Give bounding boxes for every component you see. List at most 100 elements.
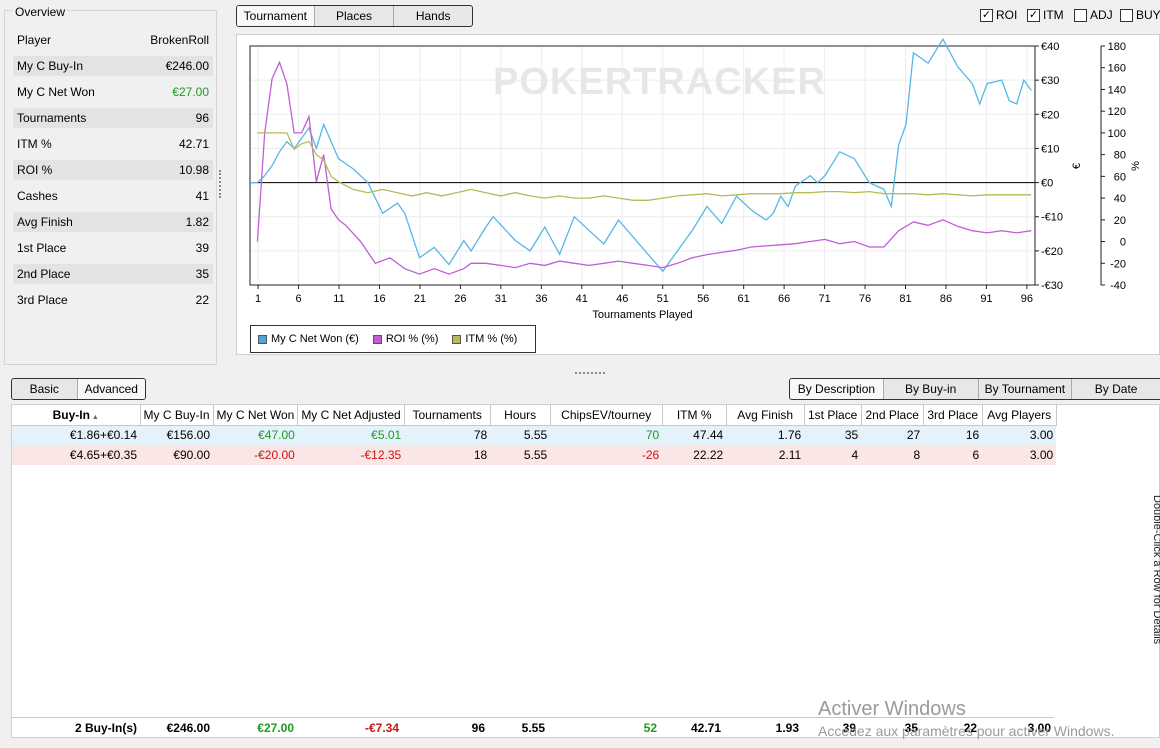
tab-tournament[interactable]: Tournament [237,6,315,26]
table-cell: 5.55 [490,425,551,445]
table-cell: -€20.00 [213,445,298,465]
column-header[interactable]: Tournaments [404,405,491,426]
table-cell: €5.01 [297,425,405,445]
y-right-tick-label: 80 [1114,150,1126,162]
y-right-tick-label: 0 [1120,237,1126,249]
legend-swatch [452,334,462,344]
tab-by-tournament[interactable]: By Tournament [979,379,1073,399]
checkbox-box[interactable] [1074,8,1087,22]
checkbox-adj[interactable]: ADJ [1074,8,1113,22]
column-header-label: Avg Finish [737,407,794,422]
checkbox-box[interactable]: ✓ [980,8,993,22]
x-tick-label: 46 [616,293,628,305]
checkbox-box[interactable]: ✓ [1027,8,1040,22]
y-left-tick-label: -€20 [1041,246,1063,258]
column-header[interactable]: My C Net Won [213,405,299,426]
vertical-splitter-grip[interactable] [219,170,222,198]
table-cell: €4.65+€0.35 [12,445,140,465]
tab-by-date[interactable]: By Date [1072,379,1160,399]
x-tick-label: 86 [940,293,952,305]
tab-by-description[interactable]: By Description [790,379,884,399]
y-left-tick-label: €20 [1041,109,1059,121]
y-right-tick-label: 140 [1108,84,1126,96]
overview-value: 10.98 [178,163,209,177]
x-tick-label: 96 [1021,293,1033,305]
y-left-unit: € [1071,163,1083,169]
table-cell: 8 [861,445,924,465]
column-header[interactable]: My C Buy-In [140,405,214,426]
column-header[interactable]: 3rd Place [923,405,983,426]
y-right-tick-label: 180 [1108,41,1126,53]
checkbox-label: BUY [1136,8,1160,22]
column-header-label: My C Net Adjusted [301,407,401,422]
table-row[interactable]: €1.86+€0.14 €156.00 €47.00 €5.01 78 5.55 70 47.… [12,425,1057,445]
overview-label: Cashes [17,189,58,203]
checkbox-roi[interactable]: ✓ ROI [980,8,1017,22]
table-cell: 78 [404,425,491,445]
view-tabs: Tournament Places Hands [236,5,473,27]
column-header-label: 1st Place [808,407,858,422]
column-header[interactable]: Buy-In ▲ [12,405,141,426]
results-table: Buy-In ▲ My C Buy-In My C Net Won My C Net … [12,405,1057,465]
tab-hands[interactable]: Hands [394,6,472,26]
overview-label: Player [17,33,52,47]
overview-value: 41 [195,189,209,203]
x-tick-label: 26 [454,293,466,305]
x-tick-label: 31 [495,293,507,305]
overview-value: 42.71 [178,137,209,151]
overview-value: 22 [195,293,209,307]
tab-places[interactable]: Places [315,6,395,26]
overview-value: 96 [195,111,209,125]
chart-legend: My C Net Won (€) ROI % (%) ITM % (%) [250,325,536,353]
checkbox-box[interactable] [1120,8,1133,22]
totals-cell: €27.00 [257,720,294,735]
x-tick-label: 41 [576,293,588,305]
table-row[interactable]: €4.65+€0.35 €90.00 -€20.00 -€12.35 18 5.55 -26… [12,445,1057,465]
table-cell: 2.11 [726,445,805,465]
totals-cell: 5.55 [521,720,545,735]
legend-swatch [372,334,382,344]
tab-by-buyin[interactable]: By Buy-in [884,379,979,399]
column-header[interactable]: ITM % [662,405,727,426]
tab-advanced[interactable]: Advanced [77,379,145,399]
column-header-label: My C Buy-In [143,407,210,422]
x-tick-label: 11 [333,293,344,305]
horizontal-splitter-grip[interactable] [575,372,605,375]
checkbox-label: ADJ [1090,8,1113,22]
column-header[interactable]: My C Net Adjusted [297,405,405,426]
x-tick-label: 66 [778,293,790,305]
y-left-tick-label: €40 [1041,41,1059,53]
column-header[interactable]: Avg Players [982,405,1057,426]
overview-label: My C Net Won [17,85,95,99]
checkbox-label: ROI [996,8,1018,22]
column-header[interactable]: 1st Place [804,405,862,426]
column-header[interactable]: 2nd Place [861,405,924,426]
totals-cell: 42.71 [690,720,721,735]
x-tick-label: 36 [535,293,547,305]
overview-row: ROI % 10.98 [13,160,213,180]
y-right-tick-label: 160 [1108,63,1126,75]
column-header[interactable]: Hours [490,405,551,426]
column-header[interactable]: ChipsEV/tourney [550,405,663,426]
overview-row: 1st Place 39 [13,238,213,258]
column-header[interactable]: Avg Finish [726,405,805,426]
y-right-tick-label: -20 [1110,258,1126,270]
table-cell: €90.00 [140,445,214,465]
y-right-tick-label: 20 [1114,215,1126,227]
totals-cell: 52 [643,720,657,735]
x-tick-label: 16 [373,293,385,305]
table-cell: 27 [861,425,924,445]
y-right-tick-label: -40 [1110,280,1126,292]
results-table-area: Buy-In ▲ My C Buy-In My C Net Won My C Net … [11,404,1160,738]
overview-value: 35 [195,267,209,281]
column-header-label: Hours [504,407,537,422]
overview-label: ITM % [17,137,52,151]
tab-basic[interactable]: Basic [12,379,78,399]
checkbox-itm[interactable]: ✓ ITM [1027,8,1064,22]
overview-row: Avg Finish 1.82 [13,212,213,232]
watermark-line2: Accédez aux paramètres pour activer Wind… [818,723,1115,739]
y-left-tick-label: €10 [1041,143,1059,155]
checkbox-buy[interactable]: BUY [1120,8,1160,22]
overview-value: 1.82 [185,215,209,229]
overview-label: ROI % [17,163,53,177]
